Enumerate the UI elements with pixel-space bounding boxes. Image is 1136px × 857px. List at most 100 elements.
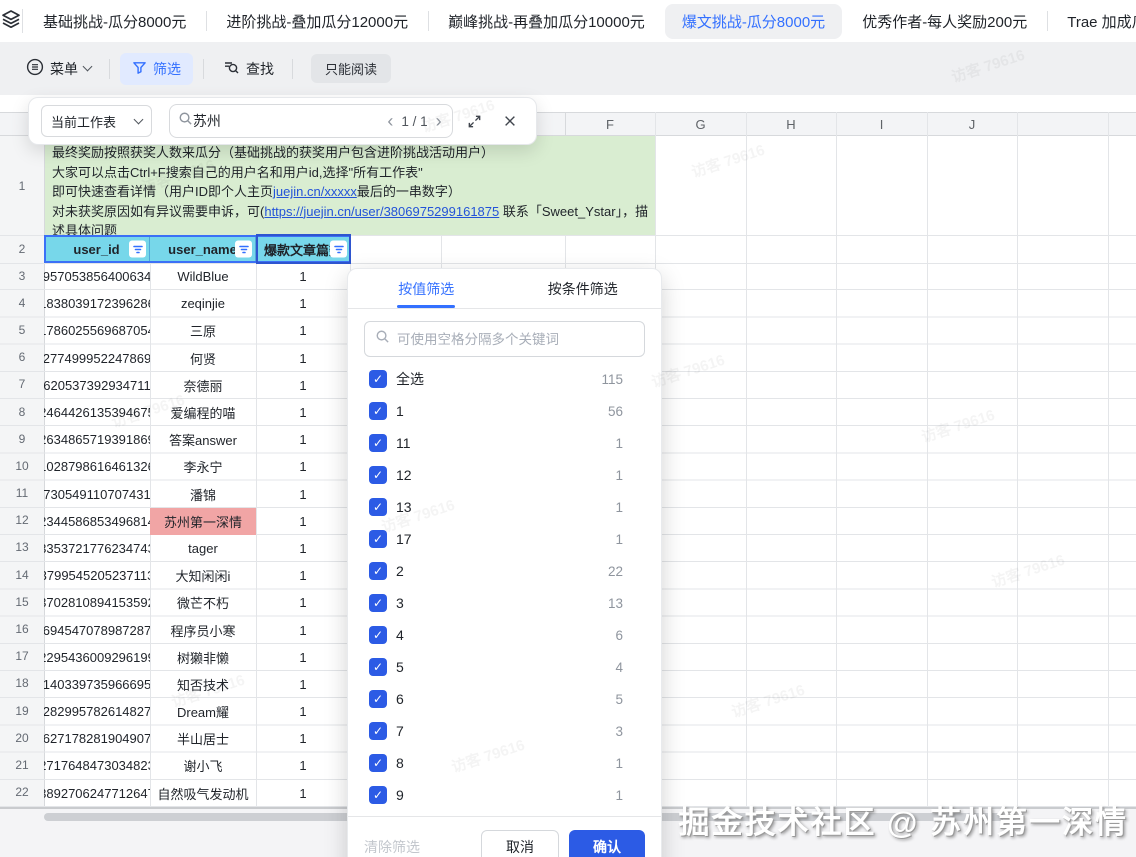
cell-article-count[interactable]: 1 — [256, 372, 350, 399]
cell-user-id[interactable]: 3702810894153592 — [44, 589, 150, 616]
checkbox-checked-icon[interactable]: ✓ — [369, 466, 387, 484]
row-number[interactable]: 14 — [0, 561, 44, 588]
filter-value-item[interactable]: ✓ 8 1 — [348, 747, 661, 779]
cell-article-count[interactable]: 1 — [256, 481, 350, 508]
checkbox-checked-icon[interactable]: ✓ — [369, 690, 387, 708]
checkbox-checked-icon[interactable]: ✓ — [369, 722, 387, 740]
cell-article-count[interactable]: 1 — [256, 263, 350, 290]
cell-article-count[interactable]: 1 — [256, 752, 350, 779]
row-number[interactable]: 16 — [0, 615, 44, 642]
cell-user-name[interactable]: 半山居士 — [150, 725, 256, 752]
confirm-button[interactable]: 确认 — [569, 830, 645, 857]
row-number[interactable]: 11 — [0, 480, 44, 507]
cell-article-count[interactable]: 1 — [256, 426, 350, 453]
checkbox-checked-icon[interactable]: ✓ — [369, 370, 387, 388]
readonly-badge[interactable]: 只能阅读 — [311, 54, 391, 83]
clear-filter-button[interactable]: 清除筛选 — [364, 837, 420, 857]
sheet-tab[interactable]: 优秀作者-每人奖励200元 — [842, 0, 1047, 42]
cell-article-count[interactable]: 1 — [256, 290, 350, 317]
cell-article-count[interactable]: 1 — [256, 671, 350, 698]
cell-user-name[interactable]: 三原 — [150, 317, 256, 344]
cell-user-id[interactable]: 3892706247712647 — [44, 780, 150, 807]
cell-user-name[interactable]: 微芒不朽 — [150, 589, 256, 616]
cell-user-name[interactable]: 树獭非懒 — [150, 644, 256, 671]
cell-article-count[interactable]: 1 — [256, 698, 350, 725]
notice-cell[interactable]: 最终奖励按照获奖人数来瓜分（基础挑战的获奖用户包含进阶挑战活动用户） 大家可以点… — [44, 136, 655, 235]
tab-filter-by-value[interactable]: 按值筛选 — [348, 269, 505, 308]
sheet-hub-button[interactable] — [0, 9, 23, 33]
cell-user-id[interactable]: 2295436009296199 — [44, 644, 150, 671]
appeal-link[interactable]: https://juejin.cn/user/3806975299161875 — [264, 204, 499, 219]
cell-user-name[interactable]: 爱编程的喵 — [150, 399, 256, 426]
cell-user-id[interactable]: 282995782614827 — [44, 698, 150, 725]
row-number[interactable]: 17 — [0, 643, 44, 670]
cell-user-id[interactable]: 2717648473034823 — [44, 752, 150, 779]
cell-user-name[interactable]: 奈德丽 — [150, 372, 256, 399]
filter-value-item[interactable]: ✓ 12 1 — [348, 459, 661, 491]
checkbox-checked-icon[interactable]: ✓ — [369, 530, 387, 548]
row-number[interactable]: 4 — [0, 289, 44, 316]
cell-article-count[interactable]: 1 — [256, 345, 350, 372]
row-number[interactable]: 21 — [0, 751, 44, 778]
filter-value-item[interactable]: ✓ 4 6 — [348, 619, 661, 651]
cell-user-name[interactable]: WildBlue — [150, 263, 256, 290]
filter-value-item[interactable]: ✓ 2 22 — [348, 555, 661, 587]
cell-user-id[interactable]: 2344586853496814 — [44, 508, 150, 535]
filter-value-item[interactable]: ✓ 3 13 — [348, 587, 661, 619]
header-article-count[interactable]: 爆款文章篇数 — [256, 235, 350, 263]
row-number[interactable]: 13 — [0, 534, 44, 561]
column-header-letter[interactable]: I — [836, 113, 927, 135]
column-header-letter[interactable]: G — [655, 113, 746, 135]
menu-button[interactable]: 菜单 — [18, 53, 99, 84]
row-number[interactable]: 7 — [0, 371, 44, 398]
sheet-tab[interactable]: 基础挑战-瓜分8000元 — [23, 0, 206, 42]
row-number[interactable]: 2 — [0, 235, 44, 262]
cell-user-name[interactable]: 潘锦 — [150, 481, 256, 508]
cell-user-name[interactable]: 谢小飞 — [150, 752, 256, 779]
row-number[interactable]: 8 — [0, 398, 44, 425]
checkbox-checked-icon[interactable]: ✓ — [369, 786, 387, 804]
row-number[interactable]: 15 — [0, 588, 44, 615]
header-user-id[interactable]: user_id — [44, 235, 150, 263]
cell-user-id[interactable]: 277499952247869 — [44, 345, 150, 372]
cell-user-id[interactable]: 957053856400634 — [44, 263, 150, 290]
sheet-tab[interactable]: 进阶挑战-叠加瓜分12000元 — [206, 0, 428, 42]
cell-user-name[interactable]: 程序员小寒 — [150, 616, 256, 643]
filter-value-item[interactable]: ✓ 6 5 — [348, 683, 661, 715]
checkbox-checked-icon[interactable]: ✓ — [369, 562, 387, 580]
tab-filter-by-condition[interactable]: 按条件筛选 — [505, 269, 662, 308]
filter-value-item[interactable]: ✓ 13 1 — [348, 491, 661, 523]
cell-user-id[interactable]: 730549110707431 — [44, 481, 150, 508]
filter-value-item[interactable]: ✓ 全选 115 — [348, 363, 661, 395]
cell-user-name[interactable]: 自然吸气发动机 — [150, 780, 256, 807]
next-match-button[interactable]: › — [434, 112, 444, 130]
cell-user-name[interactable]: 大知闲闲i — [150, 562, 256, 589]
row-number[interactable]: 9 — [0, 425, 44, 452]
cell-user-name[interactable]: 知否技术 — [150, 671, 256, 698]
row-number[interactable]: 12 — [0, 507, 44, 534]
search-input[interactable] — [193, 113, 386, 129]
cell-user-name[interactable]: tager — [150, 535, 256, 562]
cell-user-name[interactable]: zeqinjie — [150, 290, 256, 317]
column-filter-icon[interactable] — [129, 241, 146, 258]
filter-value-item[interactable]: ✓ 1 56 — [348, 395, 661, 427]
column-header-letter[interactable]: H — [746, 113, 836, 135]
row-number[interactable]: 10 — [0, 452, 44, 479]
cell-article-count[interactable]: 1 — [256, 453, 350, 480]
filter-value-item[interactable]: ✓ 9 1 — [348, 779, 661, 811]
cell-article-count[interactable]: 1 — [256, 317, 350, 344]
close-icon[interactable] — [496, 107, 524, 135]
column-header-letter[interactable]: J — [927, 113, 1017, 135]
checkbox-checked-icon[interactable]: ✓ — [369, 402, 387, 420]
checkbox-checked-icon[interactable]: ✓ — [369, 498, 387, 516]
checkbox-checked-icon[interactable]: ✓ — [369, 658, 387, 676]
filter-search-input[interactable] — [397, 332, 634, 347]
checkbox-checked-icon[interactable]: ✓ — [369, 434, 387, 452]
cancel-button[interactable]: 取消 — [481, 830, 559, 857]
cell-user-id[interactable]: 1786025569687054 — [44, 317, 150, 344]
column-header-letter[interactable]: F — [565, 113, 655, 135]
column-filter-icon[interactable] — [235, 241, 252, 258]
cell-user-id[interactable]: 694547078987287 — [44, 616, 150, 643]
find-button[interactable]: 查找 — [214, 53, 282, 84]
cell-user-id[interactable]: 620537392934711 — [44, 372, 150, 399]
